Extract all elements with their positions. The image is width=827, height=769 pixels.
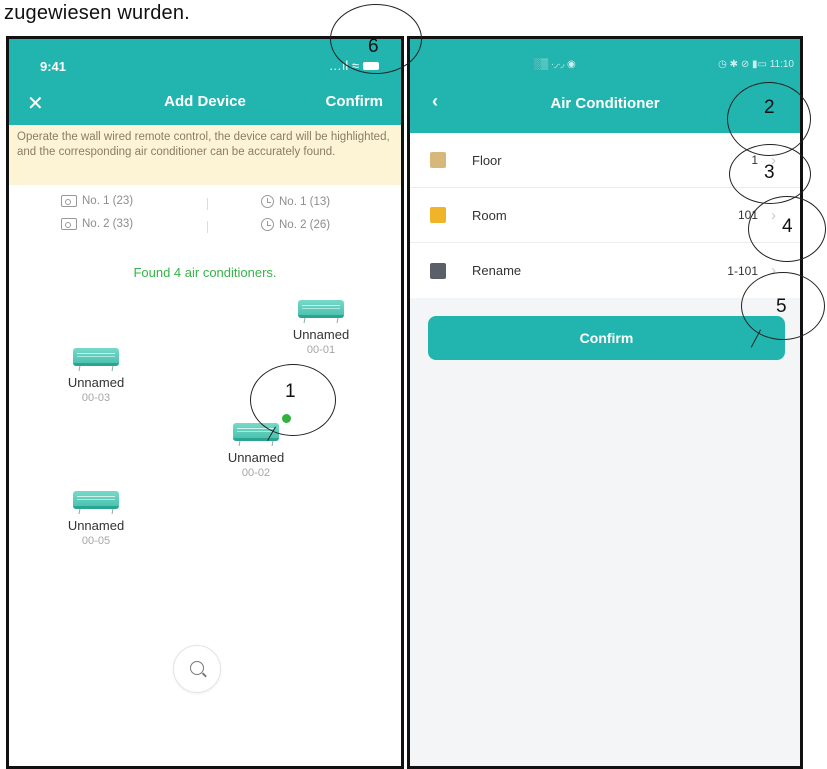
instruction-notice: Operate the wall wired remote control, t… xyxy=(9,125,401,185)
air-conditioner-icon xyxy=(73,491,119,509)
device-code: 00-05 xyxy=(81,535,111,547)
search-button[interactable] xyxy=(173,645,221,693)
device-card-00-01[interactable]: Unnamed 00-01 xyxy=(271,300,371,356)
building-icon xyxy=(430,152,446,168)
callout-number-3: 3 xyxy=(764,162,775,183)
callout-number-6: 6 xyxy=(368,36,379,57)
status-signal-icons: ░▒ ∙◞∙◞ ◉ xyxy=(534,59,576,70)
confirm-header-button[interactable]: Confirm xyxy=(326,93,384,110)
add-device-screen: 9:41 …ıl ≈ ✕ Add Device Confirm Operate … xyxy=(6,36,404,769)
search-icon-handle xyxy=(202,672,207,678)
door-icon xyxy=(430,207,446,223)
row-label: Room xyxy=(472,207,507,223)
stat-divider xyxy=(207,198,208,210)
remote-icon xyxy=(61,195,77,207)
stat-clock-2: No. 2 (26) xyxy=(261,218,330,231)
stat-label: No. 1 (13) xyxy=(279,195,331,208)
device-name: Unnamed xyxy=(292,327,350,342)
air-conditioner-icon xyxy=(73,348,119,366)
stat-divider xyxy=(207,221,208,233)
device-name: Unnamed xyxy=(67,375,125,390)
status-time: 9:41 xyxy=(40,59,67,74)
row-label: Rename xyxy=(472,263,522,278)
rename-row[interactable]: Rename 1-101 › xyxy=(410,243,800,298)
ac-vent xyxy=(238,441,274,446)
callout-number-4: 4 xyxy=(782,216,793,237)
stat-remote-2: No. 2 (33) xyxy=(61,218,133,230)
rename-icon xyxy=(430,262,446,279)
confirm-button[interactable]: Confirm xyxy=(428,316,785,360)
device-name: Unnamed xyxy=(227,450,285,465)
remote-icon xyxy=(61,218,77,230)
device-code: 00-01 xyxy=(306,344,336,356)
device-name: Unnamed xyxy=(67,518,125,533)
air-conditioner-icon xyxy=(298,300,344,318)
stat-label: No. 1 (23) xyxy=(82,195,134,207)
ac-vent xyxy=(78,366,114,371)
ac-vent xyxy=(303,318,339,323)
device-code: 00-03 xyxy=(81,392,111,404)
callout-number-5: 5 xyxy=(776,296,787,317)
status-time-battery: ◷ ✱ ⊘ ▮▭ 11:10 xyxy=(718,59,794,70)
stat-label: No. 2 (26) xyxy=(279,218,331,231)
found-count-text: Found 4 air conditioners. xyxy=(133,265,277,280)
ac-vent xyxy=(78,509,114,514)
device-code: 00-02 xyxy=(241,467,271,479)
row-label: Floor xyxy=(472,152,502,168)
callout-number-2: 2 xyxy=(764,97,775,118)
clock-icon xyxy=(261,195,274,208)
device-card-00-03[interactable]: Unnamed 00-03 xyxy=(46,348,146,404)
caption-text: zugewiesen wurden. xyxy=(4,2,190,24)
callout-number-1: 1 xyxy=(285,381,296,402)
stat-clock-1: No. 1 (13) xyxy=(261,195,330,208)
rename-value: 1-101 xyxy=(727,263,758,278)
stat-remote-1: No. 1 (23) xyxy=(61,195,133,207)
device-card-00-05[interactable]: Unnamed 00-05 xyxy=(46,491,146,547)
stats-panel: No. 1 (23) No. 1 (13) No. 2 (33) No. 2 (… xyxy=(9,189,401,241)
stat-label: No. 2 (33) xyxy=(82,218,134,230)
clock-icon xyxy=(261,218,274,231)
